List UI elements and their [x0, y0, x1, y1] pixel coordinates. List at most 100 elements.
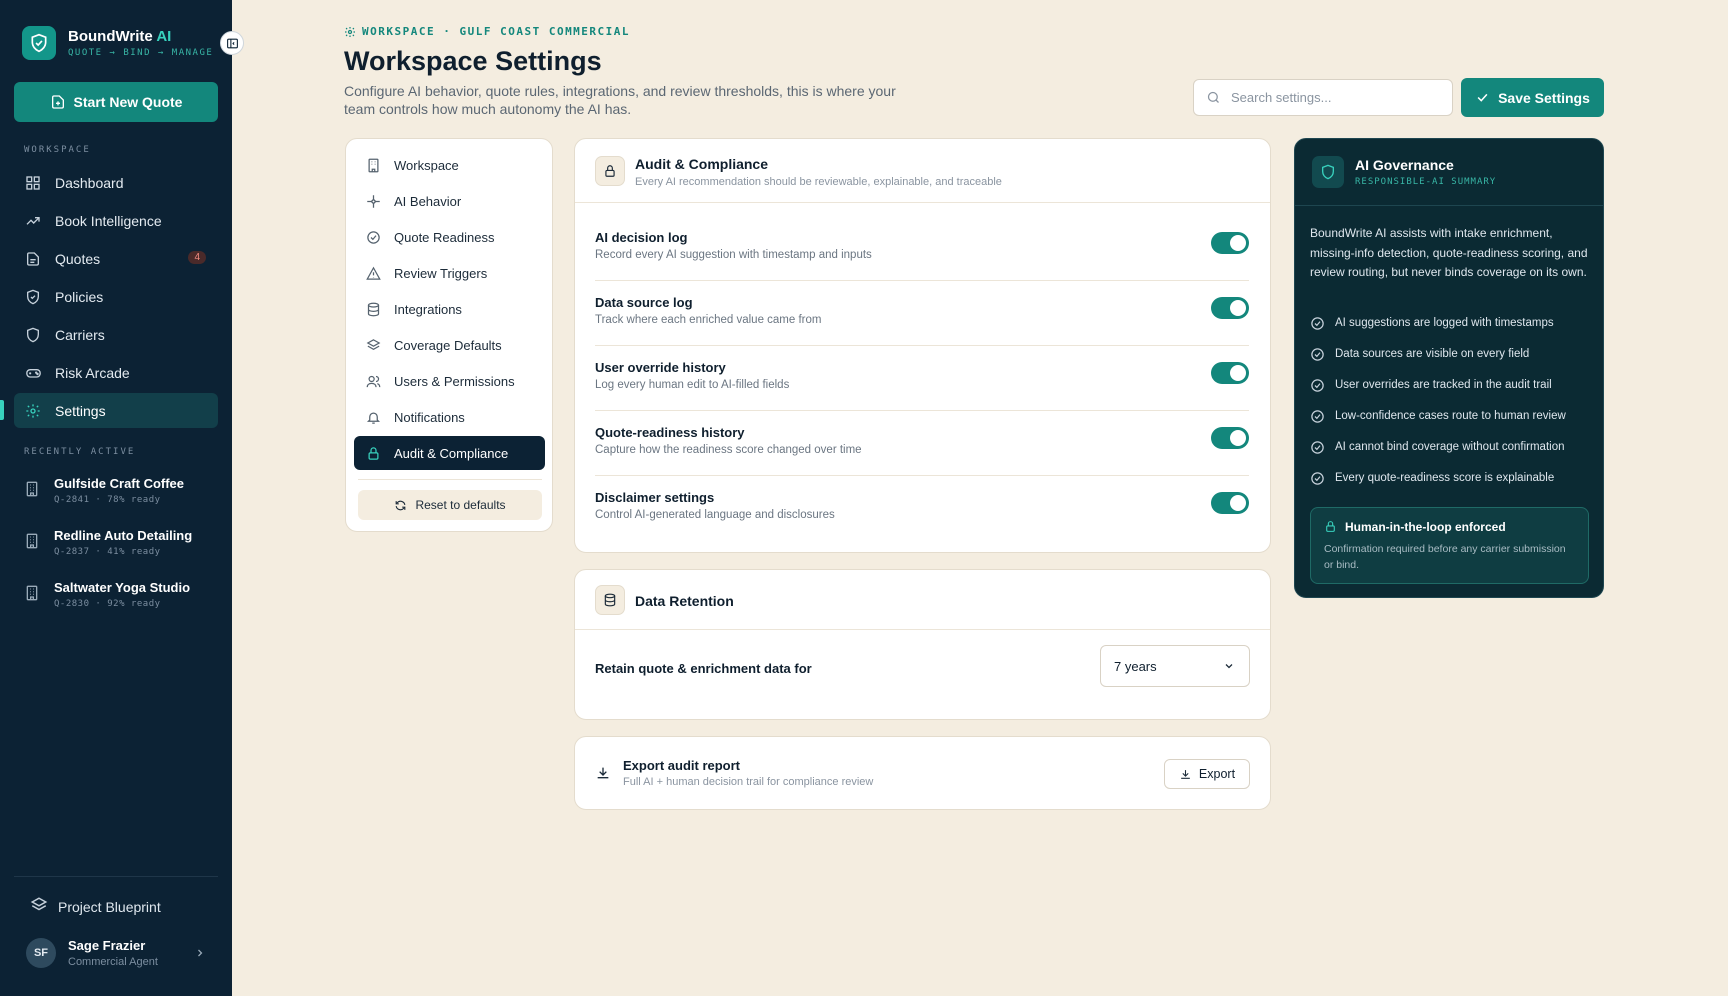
start-new-quote-button[interactable]: Start New Quote	[14, 82, 218, 122]
brand-name: BoundWrite AI	[68, 28, 172, 45]
governance-description: BoundWrite AI assists with intake enrich…	[1310, 226, 1588, 279]
gear-icon	[345, 26, 355, 37]
disclaimer-settings-toggle[interactable]	[1211, 492, 1249, 514]
project-blueprint-link[interactable]: Project Blueprint	[30, 896, 161, 917]
download-icon	[1181, 769, 1190, 779]
warning-icon	[366, 265, 382, 281]
governance-item: AI cannot bind coverage without confirma…	[1310, 439, 1565, 455]
sidebar-item-carriers[interactable]: Carriers	[14, 317, 218, 352]
check-circle-icon	[1310, 470, 1326, 486]
breadcrumb: WORKSPACE · GULF COAST COMMERCIAL	[344, 25, 630, 38]
refresh-icon	[396, 500, 406, 510]
search-box[interactable]	[1193, 79, 1453, 116]
building-icon	[366, 157, 382, 173]
card-header: Data Retention	[575, 570, 1270, 630]
search-icon	[1207, 91, 1219, 103]
chevron-right-icon	[194, 946, 206, 964]
settings-nav-coverage-defaults[interactable]: Coverage Defaults	[354, 328, 545, 362]
audit-compliance-card: Audit & Compliance Every AI recommendati…	[574, 138, 1271, 553]
setting-row-user-override-history: User override history Log every human ed…	[595, 346, 1249, 411]
user-override-history-toggle[interactable]	[1211, 362, 1249, 384]
lock-icon	[366, 445, 382, 461]
recent-item-redline[interactable]: Redline Auto Detailing Q-2837 · 41% ready	[24, 528, 192, 557]
sidebar-toggle-icon	[226, 38, 238, 48]
ai-decision-log-toggle[interactable]	[1211, 232, 1249, 254]
quotes-count-badge: 4	[188, 251, 206, 264]
governance-item: AI suggestions are logged with timestamp…	[1310, 315, 1554, 331]
settings-nav-integrations[interactable]: Integrations	[354, 292, 545, 326]
sidebar-item-dashboard[interactable]: Dashboard	[14, 165, 218, 200]
settings-nav-audit-compliance[interactable]: Audit & Compliance	[354, 436, 545, 470]
active-indicator	[0, 400, 4, 420]
governance-title: AI Governance	[1355, 157, 1454, 173]
building-icon	[24, 480, 42, 498]
export-button[interactable]: Export	[1164, 759, 1250, 789]
check-circle-icon	[1310, 408, 1326, 424]
brand[interactable]: BoundWrite AI QUOTE → BIND → MANAGE	[22, 26, 213, 60]
settings-nav-ai-behavior[interactable]: AI Behavior	[354, 184, 545, 218]
sidebar-item-risk-arcade[interactable]: Risk Arcade	[14, 355, 218, 390]
reset-defaults-button[interactable]: Reset to defaults	[358, 490, 542, 520]
governance-item: Low-confidence cases route to human revi…	[1310, 408, 1566, 424]
recently-active-label: RECENTLY ACTIVE	[24, 447, 136, 457]
trend-icon	[25, 212, 43, 230]
data-source-log-toggle[interactable]	[1211, 297, 1249, 319]
shield-check-icon	[25, 288, 43, 306]
settings-nav-workspace[interactable]: Workspace	[354, 148, 545, 182]
layers-icon	[366, 337, 382, 353]
setting-row-quote-readiness-history: Quote-readiness history Capture how the …	[595, 411, 1249, 476]
quote-readiness-history-toggle[interactable]	[1211, 427, 1249, 449]
building-icon	[24, 584, 42, 602]
check-circle-icon	[1310, 315, 1326, 331]
recent-item-gulfside[interactable]: Gulfside Craft Coffee Q-2841 · 78% ready	[24, 476, 184, 505]
new-document-icon	[51, 95, 64, 109]
recent-item-saltwater[interactable]: Saltwater Yoga Studio Q-2830 · 92% ready	[24, 580, 190, 609]
search-input[interactable]	[1231, 90, 1431, 105]
sidebar-item-settings[interactable]: Settings	[14, 393, 218, 428]
sidebar-divider	[14, 876, 218, 877]
save-settings-button[interactable]: Save Settings	[1461, 78, 1604, 117]
chevron-down-icon	[1223, 660, 1235, 675]
settings-nav-quote-readiness[interactable]: Quote Readiness	[354, 220, 545, 254]
settings-nav-notifications[interactable]: Notifications	[354, 400, 545, 434]
card-title: Audit & Compliance	[635, 156, 769, 172]
card-subtitle: Every AI recommendation should be review…	[635, 176, 1002, 188]
governance-item: Every quote-readiness score is explainab…	[1310, 470, 1554, 486]
check-circle-icon	[1310, 346, 1326, 362]
user-profile[interactable]: SF Sage Frazier Commercial Agent	[26, 938, 206, 968]
check-circle-icon	[1310, 377, 1326, 393]
retention-label: Retain quote & enrichment data for	[595, 661, 812, 676]
settings-nav-review-triggers[interactable]: Review Triggers	[354, 256, 545, 290]
setting-row-disclaimer-settings: Disclaimer settings Control AI-generated…	[595, 476, 1249, 541]
download-icon	[595, 765, 611, 786]
collapse-sidebar-button[interactable]	[220, 31, 244, 55]
check-circle-icon	[1310, 439, 1326, 455]
shield-logo-icon	[22, 26, 56, 60]
brand-tagline: QUOTE → BIND → MANAGE	[68, 48, 214, 58]
export-audit-card: Export audit report Full AI + human deci…	[574, 736, 1271, 810]
page-description: Configure AI behavior, quote rules, inte…	[344, 83, 896, 117]
governance-item: Data sources are visible on every field	[1310, 346, 1529, 362]
users-icon	[366, 373, 382, 389]
layers-icon	[30, 896, 48, 917]
governance-header: AI Governance RESPONSIBLE-AI SUMMARY	[1295, 139, 1603, 206]
lock-icon	[595, 156, 625, 186]
gamepad-icon	[25, 364, 43, 382]
check-icon	[1477, 93, 1488, 102]
sidebar-item-book-intelligence[interactable]: Book Intelligence	[14, 203, 218, 238]
workspace-section-label: WORKSPACE	[24, 145, 91, 155]
governance-subtitle: RESPONSIBLE-AI SUMMARY	[1355, 177, 1497, 187]
bell-icon	[366, 409, 382, 425]
ai-governance-panel: AI Governance RESPONSIBLE-AI SUMMARY Bou…	[1294, 138, 1604, 598]
shield-icon	[1312, 156, 1344, 188]
export-title: Export audit report	[623, 758, 741, 773]
data-retention-card: Data Retention Retain quote & enrichment…	[574, 569, 1271, 720]
nav-divider	[358, 479, 542, 480]
retention-period-select[interactable]: 7 years	[1100, 645, 1250, 687]
settings-nav-users-permissions[interactable]: Users & Permissions	[354, 364, 545, 398]
human-in-the-loop-callout: Human-in-the-loop enforced Confirmation …	[1310, 507, 1589, 584]
sidebar-item-policies[interactable]: Policies	[14, 279, 218, 314]
shield-outline-icon	[25, 326, 43, 344]
check-circle-icon	[366, 229, 382, 245]
sidebar-item-quotes[interactable]: Quotes 4	[14, 241, 218, 276]
